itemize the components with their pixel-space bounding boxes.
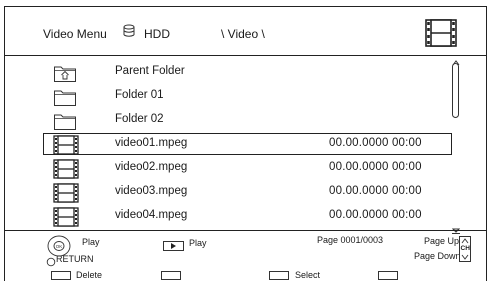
- svg-text:OK: OK: [56, 244, 63, 249]
- drive-label: HDD: [144, 27, 170, 41]
- film-icon: [424, 18, 458, 53]
- list-item[interactable]: Folder 01: [43, 85, 452, 107]
- scrollbar[interactable]: [452, 63, 459, 118]
- ch-label: CH: [460, 245, 470, 252]
- color-button-3[interactable]: [269, 271, 289, 280]
- channel-button[interactable]: CH: [459, 236, 471, 262]
- color-button-1[interactable]: [51, 271, 71, 280]
- list-item[interactable]: video03.mpeg 00.00.0000 00:00: [43, 181, 452, 203]
- footer-divider: [4, 230, 487, 231]
- item-name: Folder 01: [115, 89, 164, 101]
- list-item[interactable]: video04.mpeg 00.00.0000 00:00: [43, 205, 452, 227]
- list-item[interactable]: video01.mpeg 00.00.0000 00:00: [43, 133, 452, 155]
- page-counter: Page 0001/0003: [317, 235, 384, 245]
- hdd-icon: [122, 24, 136, 43]
- item-date: 00.00.0000 00:00: [329, 137, 422, 149]
- item-name: video01.mpeg: [115, 137, 188, 149]
- delete-label: Delete: [76, 270, 103, 280]
- play-button-icon[interactable]: [163, 238, 184, 256]
- play-button-label: Play: [189, 238, 207, 248]
- item-date: 00.00.0000 00:00: [329, 185, 422, 197]
- menu-title: Video Menu: [43, 27, 107, 41]
- dpad-play-label: Play: [82, 237, 100, 247]
- select-label: Select: [295, 270, 321, 280]
- breadcrumb-path: \ Video \: [221, 27, 265, 41]
- page-down-label: Page Down: [414, 251, 461, 261]
- item-name: video02.mpeg: [115, 161, 188, 173]
- item-name: video03.mpeg: [115, 185, 188, 197]
- item-name: Parent Folder: [115, 65, 185, 77]
- film-icon: [53, 207, 79, 232]
- list-item[interactable]: Folder 02: [43, 109, 452, 131]
- page-up-label: Page Up: [424, 236, 460, 246]
- item-date: 00.00.0000 00:00: [329, 161, 422, 173]
- header-bar: Video Menu HDD \ Video \: [5, 7, 486, 56]
- item-date: 00.00.0000 00:00: [329, 209, 422, 221]
- item-name: video04.mpeg: [115, 209, 188, 221]
- item-name: Folder 02: [115, 113, 164, 125]
- color-button-2[interactable]: [161, 271, 181, 280]
- return-icon: [46, 254, 56, 272]
- return-label[interactable]: RETURN: [56, 254, 94, 264]
- list-item[interactable]: video02.mpeg 00.00.0000 00:00: [43, 157, 452, 179]
- list-item[interactable]: Parent Folder: [43, 61, 452, 83]
- color-button-4[interactable]: [378, 271, 398, 280]
